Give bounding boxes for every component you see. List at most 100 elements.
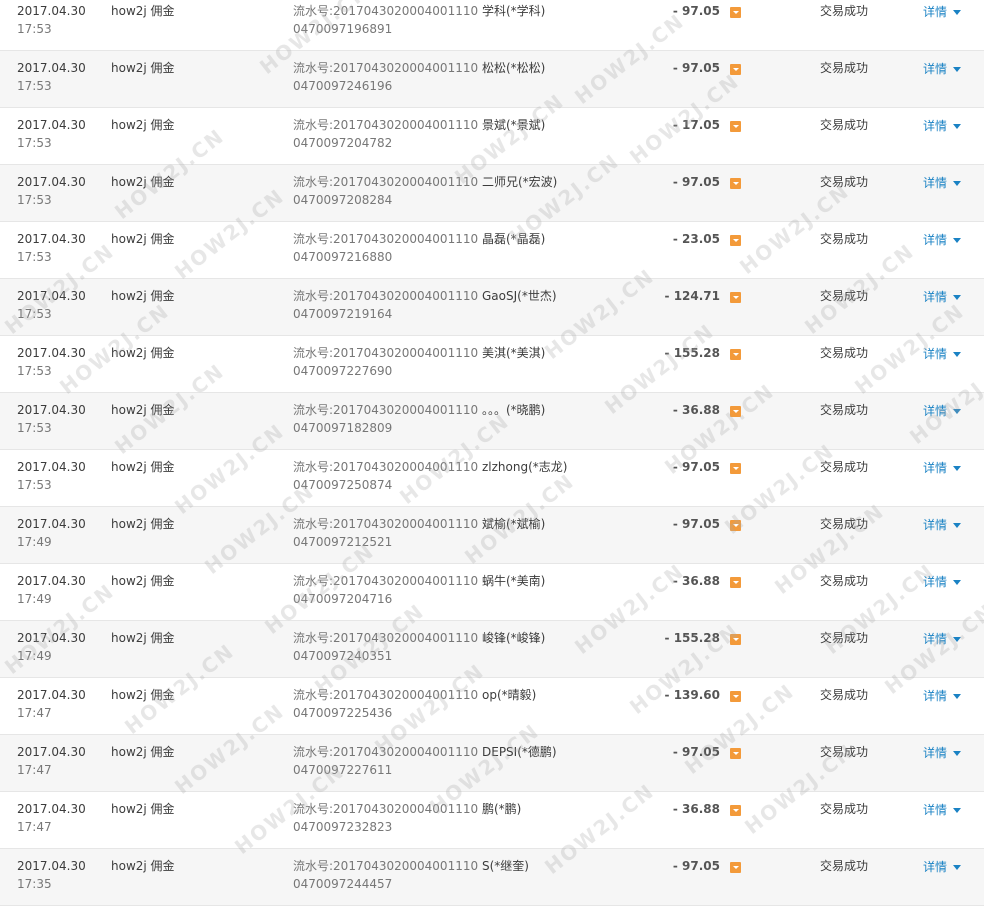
counterparty: 景斌(*景斌) bbox=[482, 118, 546, 132]
time-text: 17:53 bbox=[17, 307, 52, 321]
serial-line-2: 0470097246196 bbox=[293, 79, 393, 93]
date-text: 2017.04.30 bbox=[17, 859, 86, 873]
amount: - 17.05 bbox=[672, 118, 720, 132]
detail-label: 详情 bbox=[923, 632, 948, 646]
amount-dropdown-icon[interactable] bbox=[730, 7, 741, 18]
table-row: 2017.04.30 17:53 how2j 佣金 流水号:2017043020004… bbox=[0, 51, 984, 108]
table-row: 2017.04.30 17:49 how2j 佣金 流水号:2017043020004… bbox=[0, 507, 984, 564]
status-text: 交易成功 bbox=[820, 745, 869, 759]
date-text: 2017.04.30 bbox=[17, 4, 86, 18]
transaction-name: how2j 佣金 bbox=[111, 61, 175, 75]
caret-down-icon bbox=[953, 694, 962, 699]
detail-link[interactable]: 详情 bbox=[923, 630, 962, 648]
table-row: 2017.04.30 17:53 how2j 佣金 流水号:2017043020004… bbox=[0, 336, 984, 393]
amount-dropdown-icon[interactable] bbox=[730, 748, 741, 759]
time-text: 17:53 bbox=[17, 136, 52, 150]
detail-link[interactable]: 详情 bbox=[923, 858, 962, 876]
date-cell: 2017.04.30 17:35 bbox=[17, 857, 86, 893]
caret-down-icon bbox=[953, 124, 962, 129]
serial-line-1: 流水号:2017043020004001110 bbox=[293, 232, 479, 246]
status-text: 交易成功 bbox=[820, 517, 869, 531]
time-text: 17:53 bbox=[17, 79, 52, 93]
amount-dropdown-icon[interactable] bbox=[730, 64, 741, 75]
caret-down-icon bbox=[953, 10, 962, 15]
status-text: 交易成功 bbox=[820, 688, 869, 702]
serial-number: 流水号:2017043020004001110 0470097219164 bbox=[293, 287, 478, 323]
table-row: 2017.04.30 17:47 how2j 佣金 流水号:2017043020004… bbox=[0, 735, 984, 792]
detail-link[interactable]: 详情 bbox=[923, 573, 962, 591]
detail-link[interactable]: 详情 bbox=[923, 117, 962, 135]
detail-link[interactable]: 详情 bbox=[923, 687, 962, 705]
amount-dropdown-icon[interactable] bbox=[730, 406, 741, 417]
detail-link[interactable]: 详情 bbox=[923, 288, 962, 306]
detail-link[interactable]: 详情 bbox=[923, 801, 962, 819]
status-text: 交易成功 bbox=[820, 118, 869, 132]
detail-label: 详情 bbox=[923, 62, 948, 76]
transaction-name: how2j 佣金 bbox=[111, 859, 175, 873]
serial-number: 流水号:2017043020004001110 0470097246196 bbox=[293, 59, 478, 95]
transaction-name: how2j 佣金 bbox=[111, 232, 175, 246]
date-text: 2017.04.30 bbox=[17, 688, 86, 702]
transaction-name: how2j 佣金 bbox=[111, 460, 175, 474]
detail-link[interactable]: 详情 bbox=[923, 60, 962, 78]
date-text: 2017.04.30 bbox=[17, 403, 86, 417]
amount-dropdown-icon[interactable] bbox=[730, 634, 741, 645]
detail-link[interactable]: 详情 bbox=[923, 744, 962, 762]
serial-number: 流水号:2017043020004001110 0470097232823 bbox=[293, 800, 478, 836]
serial-number: 流水号:2017043020004001110 0470097216880 bbox=[293, 230, 478, 266]
amount-dropdown-icon[interactable] bbox=[730, 178, 741, 189]
time-text: 17:49 bbox=[17, 535, 52, 549]
detail-link[interactable]: 详情 bbox=[923, 516, 962, 534]
counterparty: op(*晴毅) bbox=[482, 688, 537, 702]
serial-line-1: 流水号:2017043020004001110 bbox=[293, 859, 479, 873]
time-text: 17:47 bbox=[17, 820, 52, 834]
amount-dropdown-icon[interactable] bbox=[730, 520, 741, 531]
date-cell: 2017.04.30 17:47 bbox=[17, 743, 86, 779]
detail-label: 详情 bbox=[923, 233, 948, 247]
serial-line-2: 0470097204716 bbox=[293, 592, 393, 606]
detail-link[interactable]: 详情 bbox=[923, 3, 962, 21]
amount: - 124.71 bbox=[664, 289, 720, 303]
amount-dropdown-icon[interactable] bbox=[730, 121, 741, 132]
amount-dropdown-icon[interactable] bbox=[730, 862, 741, 873]
transaction-name: how2j 佣金 bbox=[111, 631, 175, 645]
date-cell: 2017.04.30 17:53 bbox=[17, 344, 86, 380]
amount-dropdown-icon[interactable] bbox=[730, 292, 741, 303]
caret-down-icon bbox=[953, 466, 962, 471]
detail-label: 详情 bbox=[923, 461, 948, 475]
caret-down-icon bbox=[953, 523, 962, 528]
date-text: 2017.04.30 bbox=[17, 175, 86, 189]
status-text: 交易成功 bbox=[820, 802, 869, 816]
amount-dropdown-icon[interactable] bbox=[730, 463, 741, 474]
counterparty: DEPSI(*德鹏) bbox=[482, 745, 557, 759]
detail-link[interactable]: 详情 bbox=[923, 345, 962, 363]
table-row: 2017.04.30 17:53 how2j 佣金 流水号:2017043020004… bbox=[0, 0, 984, 51]
detail-link[interactable]: 详情 bbox=[923, 459, 962, 477]
amount-dropdown-icon[interactable] bbox=[730, 805, 741, 816]
amount-dropdown-icon[interactable] bbox=[730, 691, 741, 702]
detail-link[interactable]: 详情 bbox=[923, 231, 962, 249]
status-text: 交易成功 bbox=[820, 175, 869, 189]
caret-down-icon bbox=[953, 580, 962, 585]
detail-link[interactable]: 详情 bbox=[923, 402, 962, 420]
serial-line-2: 0470097240351 bbox=[293, 649, 393, 663]
amount: - 36.88 bbox=[672, 802, 720, 816]
table-row: 2017.04.30 17:53 how2j 佣金 流水号:2017043020004… bbox=[0, 165, 984, 222]
amount-dropdown-icon[interactable] bbox=[730, 235, 741, 246]
date-cell: 2017.04.30 17:53 bbox=[17, 458, 86, 494]
time-text: 17:49 bbox=[17, 592, 52, 606]
amount-dropdown-icon[interactable] bbox=[730, 349, 741, 360]
detail-link[interactable]: 详情 bbox=[923, 174, 962, 192]
table-row: 2017.04.30 17:47 how2j 佣金 流水号:2017043020004… bbox=[0, 792, 984, 849]
time-text: 17:53 bbox=[17, 364, 52, 378]
transaction-table: 2017.04.30 17:53 how2j 佣金 流水号:2017043020004… bbox=[0, 0, 984, 906]
date-text: 2017.04.30 bbox=[17, 118, 86, 132]
time-text: 17:53 bbox=[17, 193, 52, 207]
date-cell: 2017.04.30 17:47 bbox=[17, 686, 86, 722]
amount: - 155.28 bbox=[664, 346, 720, 360]
serial-line-2: 0470097204782 bbox=[293, 136, 393, 150]
serial-line-2: 0470097225436 bbox=[293, 706, 393, 720]
serial-line-2: 0470097227690 bbox=[293, 364, 393, 378]
amount-dropdown-icon[interactable] bbox=[730, 577, 741, 588]
transaction-name: how2j 佣金 bbox=[111, 175, 175, 189]
